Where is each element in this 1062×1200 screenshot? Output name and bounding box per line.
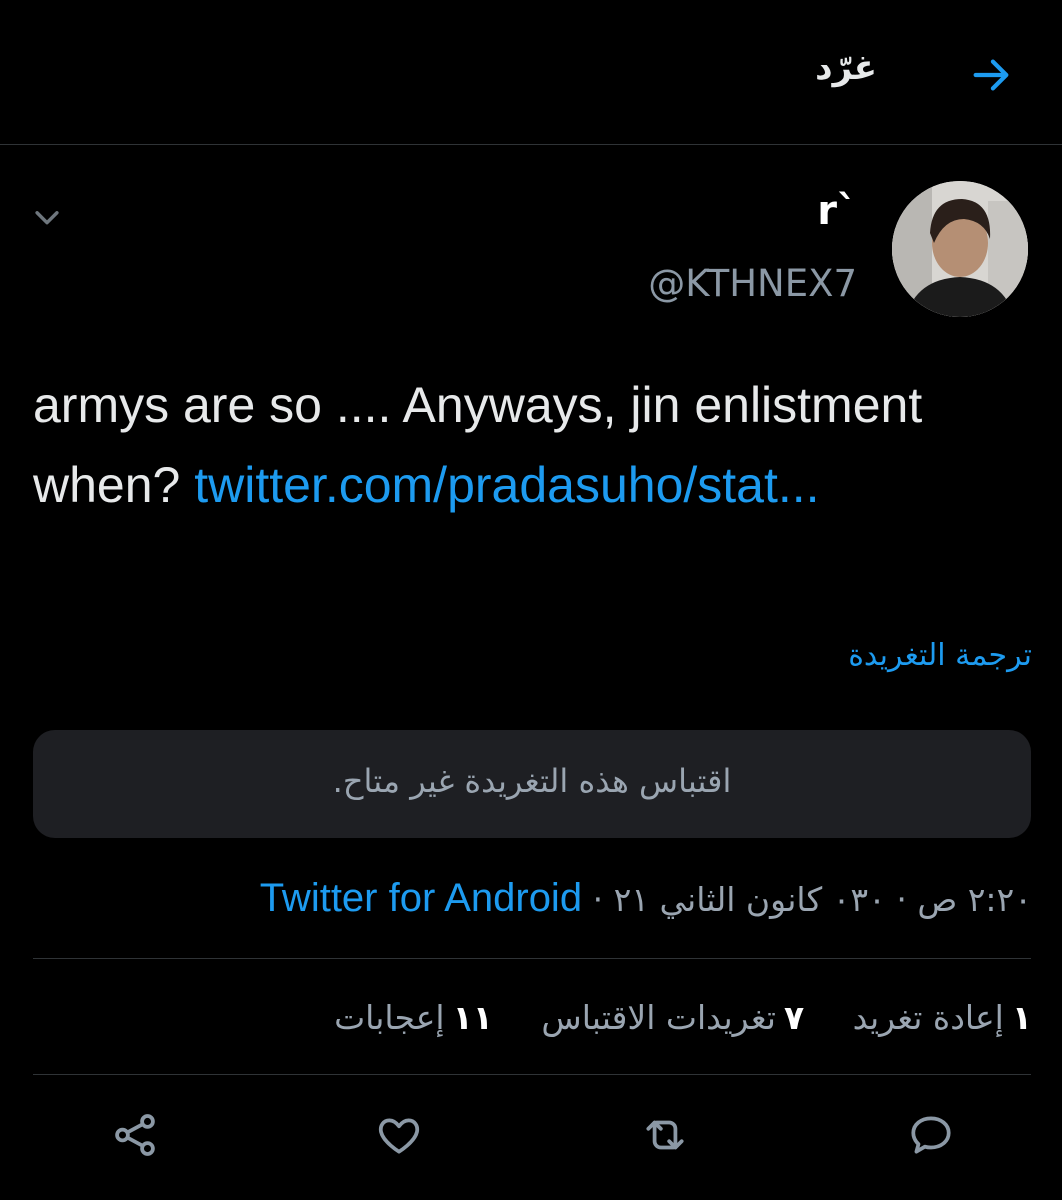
- tweet-stats: ١إعادة تغريد ٧تغريدات الاقتباس ١١إعجابات: [296, 998, 1032, 1037]
- translate-tweet-link[interactable]: ترجمة التغريدة: [848, 638, 1032, 673]
- divider: [33, 958, 1031, 959]
- arrow-right-icon[interactable]: [968, 52, 1014, 98]
- page-title: غرّد: [815, 48, 877, 88]
- avatar[interactable]: [892, 181, 1028, 317]
- top-bar: غرّد: [0, 0, 1062, 145]
- retweet-icon[interactable]: [640, 1110, 690, 1160]
- tweet-source-link[interactable]: Twitter for Android: [260, 876, 582, 920]
- tweet-link[interactable]: twitter.com/pradasuho/stat...: [194, 457, 819, 513]
- quotes-stat[interactable]: ٧تغريدات الاقتباس: [541, 998, 804, 1037]
- likes-label: إعجابات: [334, 998, 445, 1037]
- reply-icon[interactable]: [906, 1110, 956, 1160]
- quote-unavailable-box: اقتباس هذه التغريدة غير متاح.: [33, 730, 1031, 838]
- tweet-meta: ٢:٢٠ ص · ٠٣٠ كانون الثاني ٢١ · Twitter f…: [260, 876, 1032, 921]
- display-name[interactable]: r`: [817, 188, 857, 234]
- tweet-timestamp: ٢:٢٠ ص · ٠٣٠ كانون الثاني ٢١ ·: [582, 880, 1032, 919]
- quote-unavailable-text: اقتباس هذه التغريدة غير متاح.: [332, 762, 732, 800]
- retweets-stat[interactable]: ١إعادة تغريد: [853, 998, 1032, 1037]
- avatar-image: [892, 181, 1028, 317]
- chevron-down-icon[interactable]: [30, 200, 64, 234]
- divider: [33, 1074, 1031, 1075]
- likes-count: ١١: [452, 998, 493, 1037]
- quotes-label: تغريدات الاقتباس: [541, 998, 776, 1037]
- quotes-count: ٧: [783, 998, 805, 1037]
- user-handle[interactable]: @KTHNEX7: [648, 262, 857, 305]
- likes-stat[interactable]: ١١إعجابات: [334, 998, 493, 1037]
- like-icon[interactable]: [374, 1110, 424, 1160]
- share-icon[interactable]: [110, 1110, 160, 1160]
- tweet-text: armys are so .... Anyways, jin enlistmen…: [33, 365, 1023, 525]
- retweets-label: إعادة تغريد: [852, 998, 1004, 1037]
- retweets-count: ١: [1011, 998, 1032, 1037]
